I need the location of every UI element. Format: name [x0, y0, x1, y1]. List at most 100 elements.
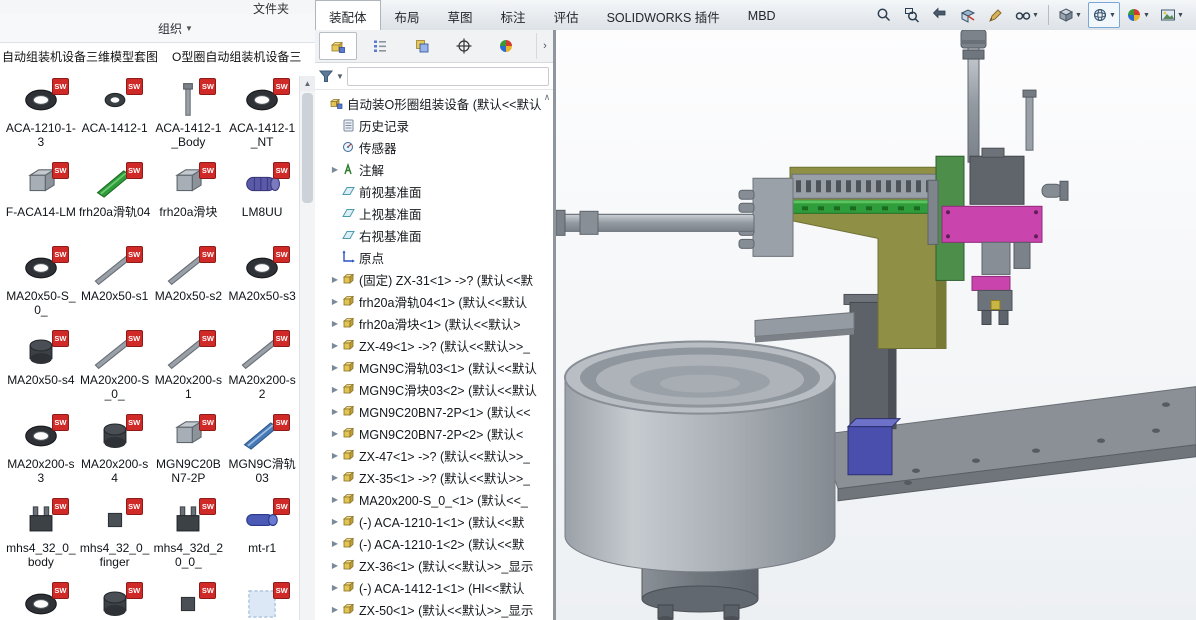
expand-arrow-icon[interactable]: ▶ — [329, 363, 341, 372]
tree-item[interactable]: ▶(固定) ZX-31<1> ->? (默认<<默 — [315, 268, 542, 290]
tree-item[interactable]: ▶ZX-50<1> (默认<<默认>>_显示 — [315, 598, 542, 620]
propertymanager-tab[interactable] — [361, 32, 399, 60]
command-tab-装配体[interactable]: 装配体 — [315, 0, 381, 32]
featuremanager-tab[interactable] — [319, 32, 357, 60]
file-item[interactable]: SWACA-1412-1_Body — [152, 80, 224, 164]
tree-item[interactable]: ▶MGN9C滑轨03<1> (默认<<默认 — [315, 356, 542, 378]
expand-arrow-icon[interactable]: ▶ — [329, 539, 341, 548]
expand-arrow-icon[interactable]: ▶ — [329, 429, 341, 438]
file-item[interactable]: SWACA-1210-1-3 — [5, 80, 77, 164]
file-item[interactable]: SWLM8UU — [226, 164, 298, 248]
chevron-down-icon[interactable]: ▼ — [336, 72, 344, 81]
file-item[interactable]: SWMA20x200-s4 — [79, 416, 151, 500]
file-item[interactable]: SWMA20x200-s2 — [226, 332, 298, 416]
organize-button[interactable]: 组织▼ — [158, 20, 193, 37]
command-tab-MBD[interactable]: MBD — [734, 0, 790, 32]
dimxpert-tab[interactable] — [445, 32, 483, 60]
file-item[interactable]: SWMA20x50-s4 — [5, 332, 77, 416]
hide-show-items-icon[interactable]: ▼ — [1011, 2, 1043, 28]
file-item[interactable]: SWMA20x200-s1 — [152, 332, 224, 416]
expand-arrow-icon[interactable]: ▶ — [329, 275, 341, 284]
explorer-scrollbar[interactable]: ▲ — [299, 76, 315, 620]
expand-arrow-icon[interactable]: ▶ — [329, 605, 341, 614]
configurationmanager-tab[interactable] — [403, 32, 441, 60]
expand-arrow-icon[interactable]: ▶ — [329, 297, 341, 306]
file-item[interactable]: SWmhs4_32d_20_0_ — [152, 500, 224, 584]
tree-item[interactable]: ▶(-) ACA-1210-1<1> (默认<<默 — [315, 510, 542, 532]
file-item[interactable]: SW — [152, 584, 224, 620]
scroll-up-icon[interactable]: ▲ — [300, 76, 315, 91]
scrollbar-thumb[interactable] — [302, 93, 313, 203]
file-item[interactable]: SWmhs4_32_0_finger — [79, 500, 151, 584]
viewport-3d-model[interactable] — [556, 30, 1196, 620]
previous-view-icon[interactable] — [927, 2, 953, 28]
command-tab-草图[interactable]: 草图 — [434, 0, 487, 32]
tree-item[interactable]: ▶MGN9C20BN7-2P<1> (默认<< — [315, 400, 542, 422]
apply-scene-icon[interactable]: ▼ — [1156, 2, 1188, 28]
command-tab-评估[interactable]: 评估 — [540, 0, 593, 32]
file-item[interactable]: SW — [79, 584, 151, 620]
command-tab-SOLIDWORKS 插件[interactable]: SOLIDWORKS 插件 — [593, 0, 734, 32]
tree-item[interactable]: 传感器 — [315, 136, 542, 158]
tree-item[interactable]: ▶(-) ACA-1210-1<2> (默认<<默 — [315, 532, 542, 554]
expand-arrow-icon[interactable]: ▶ — [329, 495, 341, 504]
tree-item[interactable]: ▶ZX-35<1> ->? (默认<<默认>>_ — [315, 466, 542, 488]
tree-item[interactable]: ▶ZX-49<1> ->? (默认<<默认>>_ — [315, 334, 542, 356]
file-item[interactable]: SWMA20x50-s2 — [152, 248, 224, 332]
chevron-down-icon[interactable]: ▼ — [1075, 12, 1082, 19]
tree-item[interactable]: 右视基准面 — [315, 224, 542, 246]
view-orientation-icon[interactable]: ▼ — [1088, 2, 1120, 28]
tree-item[interactable]: ▶frh20a滑块<1> (默认<<默认> — [315, 312, 542, 334]
chevron-down-icon[interactable]: ▼ — [1032, 12, 1039, 19]
command-tab-标注[interactable]: 标注 — [487, 0, 540, 32]
tree-item[interactable]: ▶ZX-47<1> ->? (默认<<默认>>_ — [315, 444, 542, 466]
tree-item[interactable]: 原点 — [315, 246, 542, 268]
expand-arrow-icon[interactable]: ▶ — [329, 517, 341, 526]
expand-arrow-icon[interactable]: ▶ — [329, 473, 341, 482]
file-item[interactable]: SWF-ACA14-LM — [5, 164, 77, 248]
graphics-viewport[interactable] — [556, 30, 1196, 620]
edit-appearance-icon[interactable]: ▼ — [1122, 2, 1154, 28]
expand-arrow-icon[interactable]: ▶ — [329, 561, 341, 570]
file-item[interactable]: SWMGN9C滑轨03 — [226, 416, 298, 500]
tree-item[interactable]: 历史记录 — [315, 114, 542, 136]
file-item[interactable]: SWfrh20a滑块 — [152, 164, 224, 248]
file-item[interactable]: SWMA20x50-s3 — [226, 248, 298, 332]
file-item[interactable]: SW — [5, 584, 77, 620]
chevron-down-icon[interactable]: ▼ — [1177, 12, 1184, 19]
tree-item[interactable]: ▶MGN9C20BN7-2P<2> (默认< — [315, 422, 542, 444]
tree-item[interactable]: ▶MGN9C滑块03<2> (默认<<默认 — [315, 378, 542, 400]
tree-item[interactable]: ▶ZX-36<1> (默认<<默认>>_显示 — [315, 554, 542, 576]
tree-item[interactable]: ▶(-) ACA-1412-1<1> (HI<<默认 — [315, 576, 542, 598]
command-tab-布局[interactable]: 布局 — [381, 0, 434, 32]
expand-arrow-icon[interactable]: ▶ — [329, 407, 341, 416]
expand-arrow-icon[interactable]: ▶ — [329, 319, 341, 328]
tree-item[interactable]: 自动装O形圈组装设备 (默认<<默认 — [315, 92, 542, 114]
file-item[interactable]: SWMGN9C20BN7-2P — [152, 416, 224, 500]
expand-arrow-icon[interactable]: ▶ — [329, 341, 341, 350]
tree-scroll-up-icon[interactable]: ∧ — [542, 92, 552, 103]
file-item[interactable]: SWACA-1412-1_NT — [226, 80, 298, 164]
tree-item[interactable]: ▶注解 — [315, 158, 542, 180]
display-style-icon[interactable]: ▼ — [1054, 2, 1086, 28]
file-item[interactable]: SWACA-1412-1 — [79, 80, 151, 164]
annotation-icon[interactable] — [983, 2, 1009, 28]
expand-arrow-icon[interactable]: ▶ — [329, 451, 341, 460]
tabs-overflow-chevron-icon[interactable]: › — [536, 33, 553, 59]
tree-item[interactable]: ▶MA20x200-S_0_<1> (默认<<_ — [315, 488, 542, 510]
zoom-area-icon[interactable] — [899, 2, 925, 28]
tree-item[interactable]: 前视基准面 — [315, 180, 542, 202]
folder-tab[interactable]: O型圈自动组装机设备三 — [172, 48, 301, 65]
tree-item[interactable]: ▶frh20a滑轨04<1> (默认<<默认 — [315, 290, 542, 312]
file-item[interactable]: SW — [226, 584, 298, 620]
file-item[interactable]: SWMA20x200-s3 — [5, 416, 77, 500]
expand-arrow-icon[interactable]: ▶ — [329, 385, 341, 394]
expand-arrow-icon[interactable]: ▶ — [329, 165, 341, 174]
appearances-tab[interactable] — [487, 32, 525, 60]
section-view-icon[interactable] — [955, 2, 981, 28]
tree-item[interactable]: 上视基准面 — [315, 202, 542, 224]
file-item[interactable]: SWMA20x50-S_0_ — [5, 248, 77, 332]
filter-funnel-icon[interactable] — [319, 70, 333, 83]
file-item[interactable]: SWMA20x50-s1 — [79, 248, 151, 332]
file-item[interactable]: SWMA20x200-S_0_ — [79, 332, 151, 416]
